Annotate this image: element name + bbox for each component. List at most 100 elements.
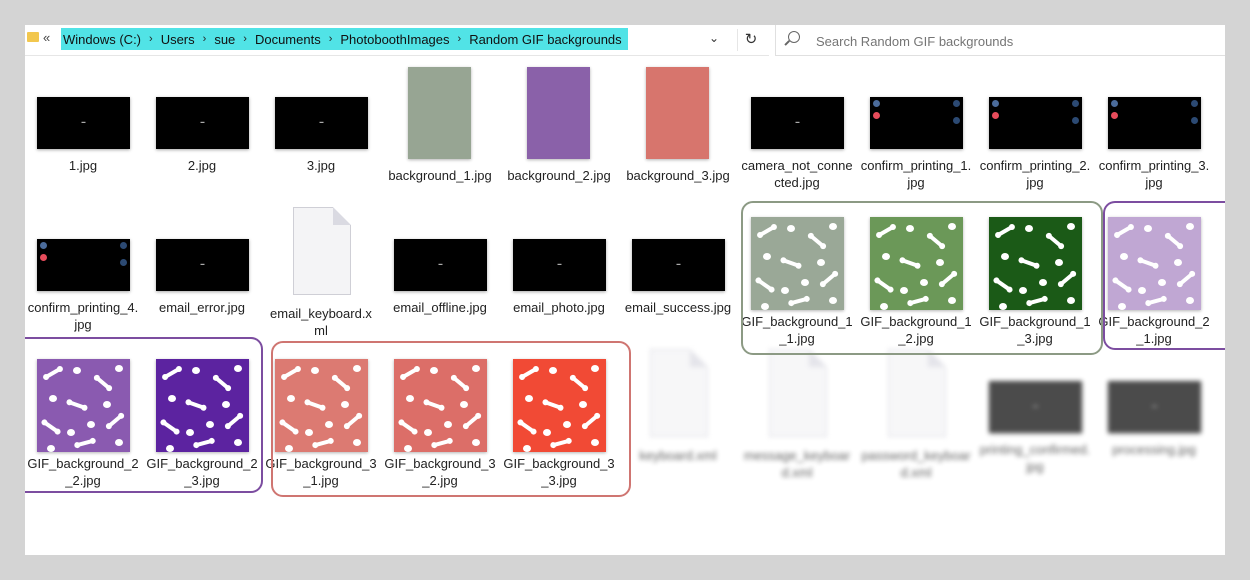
breadcrumb-item[interactable]: Random GIF backgrounds [469, 32, 621, 47]
file-item[interactable]: confirm_printing_1.jpg [858, 65, 974, 207]
breadcrumb-item[interactable]: Windows (C:) [63, 32, 141, 47]
folder-icon [27, 32, 39, 42]
camera-icon [40, 242, 47, 249]
breadcrumb-item[interactable]: PhotoboothImages [340, 32, 449, 47]
image-thumbnail: ▬ [513, 239, 606, 291]
file-item[interactable]: ▬ email_photo.jpg [501, 207, 617, 349]
file-item[interactable]: ▬ email_success.jpg [620, 207, 736, 349]
button-icon [1191, 100, 1198, 107]
file-name: printing_confirmed.jpg [979, 442, 1091, 474]
thumbnail-caption-icon: ▬ [438, 261, 443, 266]
search-icon [788, 31, 800, 43]
file-name: processing.jpg [1112, 442, 1196, 457]
button-icon [953, 100, 960, 107]
record-icon [992, 112, 999, 119]
overflow-chevron-icon[interactable]: « [43, 30, 50, 45]
file-item[interactable]: ▬ email_offline.jpg [382, 207, 498, 349]
record-icon [873, 112, 880, 119]
file-name: email_success.jpg [624, 300, 732, 315]
breadcrumb-separator-icon[interactable]: › [329, 33, 333, 45]
file-item[interactable]: confirm_printing_3.jpg [1096, 65, 1212, 207]
button-icon [953, 117, 960, 124]
image-thumbnail: ▬ [632, 239, 725, 291]
refresh-icon[interactable]: ↻ [737, 29, 764, 51]
image-thumbnail: ▬ [1108, 381, 1201, 433]
breadcrumb-separator-icon[interactable]: › [243, 33, 247, 45]
record-icon [1111, 112, 1118, 119]
file-name: background_2.jpg [507, 168, 611, 183]
file-name: email_keyboard.xml [270, 306, 372, 338]
file-item[interactable]: ▬ 3.jpg [263, 65, 379, 207]
image-thumbnail: ▬ [275, 97, 368, 149]
xml-file-icon [650, 349, 708, 437]
file-item[interactable]: keyboard.xml [620, 349, 736, 491]
group-outline-purple-right [1103, 201, 1225, 350]
button-icon [1072, 117, 1079, 124]
file-item[interactable]: ▬ camera_not_connected.jpg [739, 65, 855, 207]
image-thumbnail [646, 67, 709, 159]
address-dropdown-icon[interactable]: ⌄ [709, 31, 719, 45]
file-name: confirm_printing_1.jpg [860, 158, 972, 190]
thumbnail-caption-icon: ▬ [795, 119, 800, 124]
breadcrumb-separator-icon[interactable]: › [203, 33, 207, 45]
image-thumbnail [527, 67, 590, 159]
address-bar[interactable]: « Windows (C:) › Users › sue › Documents › Photo… [25, 25, 769, 56]
group-outline-sage [741, 201, 1103, 355]
image-thumbnail [37, 239, 130, 291]
thumbnail-caption-icon: ▬ [1033, 403, 1038, 408]
image-thumbnail [870, 97, 963, 149]
image-thumbnail: ▬ [156, 239, 249, 291]
file-name: confirm_printing_3.jpg [1098, 158, 1210, 190]
file-name: background_3.jpg [626, 168, 730, 183]
breadcrumb-separator-icon[interactable]: › [458, 33, 462, 45]
file-name: confirm_printing_2.jpg [979, 158, 1091, 190]
explorer-window: « Windows (C:) › Users › sue › Documents › Photo… [25, 25, 1225, 555]
search-input[interactable] [814, 30, 1218, 52]
camera-icon [1111, 100, 1118, 107]
file-name: camera_not_connected.jpg [741, 158, 853, 190]
breadcrumb-item[interactable]: Users [161, 32, 195, 47]
xml-file-icon [293, 207, 351, 295]
image-thumbnail: ▬ [751, 97, 844, 149]
file-name: message_keyboard.xml [743, 448, 851, 480]
group-outline-coral [271, 341, 631, 497]
image-thumbnail: ▬ [37, 97, 130, 149]
record-icon [40, 254, 47, 261]
file-name: 3.jpg [306, 158, 336, 173]
file-item[interactable]: ▬ email_error.jpg [144, 207, 260, 349]
file-item[interactable]: background_1.jpg [382, 65, 498, 207]
file-item[interactable]: email_keyboard.xml [263, 207, 379, 349]
xml-file-icon [769, 349, 827, 437]
file-name: email_error.jpg [159, 300, 245, 315]
button-icon [1191, 117, 1198, 124]
file-item[interactable]: background_2.jpg [501, 65, 617, 207]
image-thumbnail [408, 67, 471, 159]
file-name: confirm_printing_4.jpg [27, 300, 139, 332]
file-name: email_offline.jpg [393, 300, 487, 315]
file-item[interactable]: message_keyboard.xml [739, 349, 855, 491]
file-name: email_photo.jpg [513, 300, 605, 315]
breadcrumb-separator-icon[interactable]: › [149, 33, 153, 45]
file-item[interactable]: ▬ 2.jpg [144, 65, 260, 207]
file-item[interactable]: background_3.jpg [620, 65, 736, 207]
search-box[interactable] [775, 25, 1225, 56]
file-item[interactable]: ▬ printing_confirmed.jpg [977, 349, 1093, 491]
file-name: 1.jpg [68, 158, 98, 173]
image-thumbnail: ▬ [394, 239, 487, 291]
file-name: background_1.jpg [388, 168, 492, 183]
button-icon [1072, 100, 1079, 107]
breadcrumb-item[interactable]: Documents [255, 32, 321, 47]
thumbnail-caption-icon: ▬ [319, 119, 324, 124]
file-item[interactable]: confirm_printing_2.jpg [977, 65, 1093, 207]
image-thumbnail: ▬ [156, 97, 249, 149]
file-item[interactable]: password_keyboard.xml [858, 349, 974, 491]
image-thumbnail [1108, 97, 1201, 149]
file-item[interactable]: confirm_printing_4.jpg [25, 207, 141, 349]
group-outline-purple-left [25, 337, 263, 493]
breadcrumb-item[interactable]: sue [214, 32, 235, 47]
file-item[interactable]: ▬ 1.jpg [25, 65, 141, 207]
file-name: 2.jpg [187, 158, 217, 173]
file-item[interactable]: ▬ processing.jpg [1096, 349, 1212, 491]
thumbnail-caption-icon: ▬ [676, 261, 681, 266]
breadcrumb[interactable]: Windows (C:) › Users › sue › Documents › Photobo… [61, 28, 628, 50]
